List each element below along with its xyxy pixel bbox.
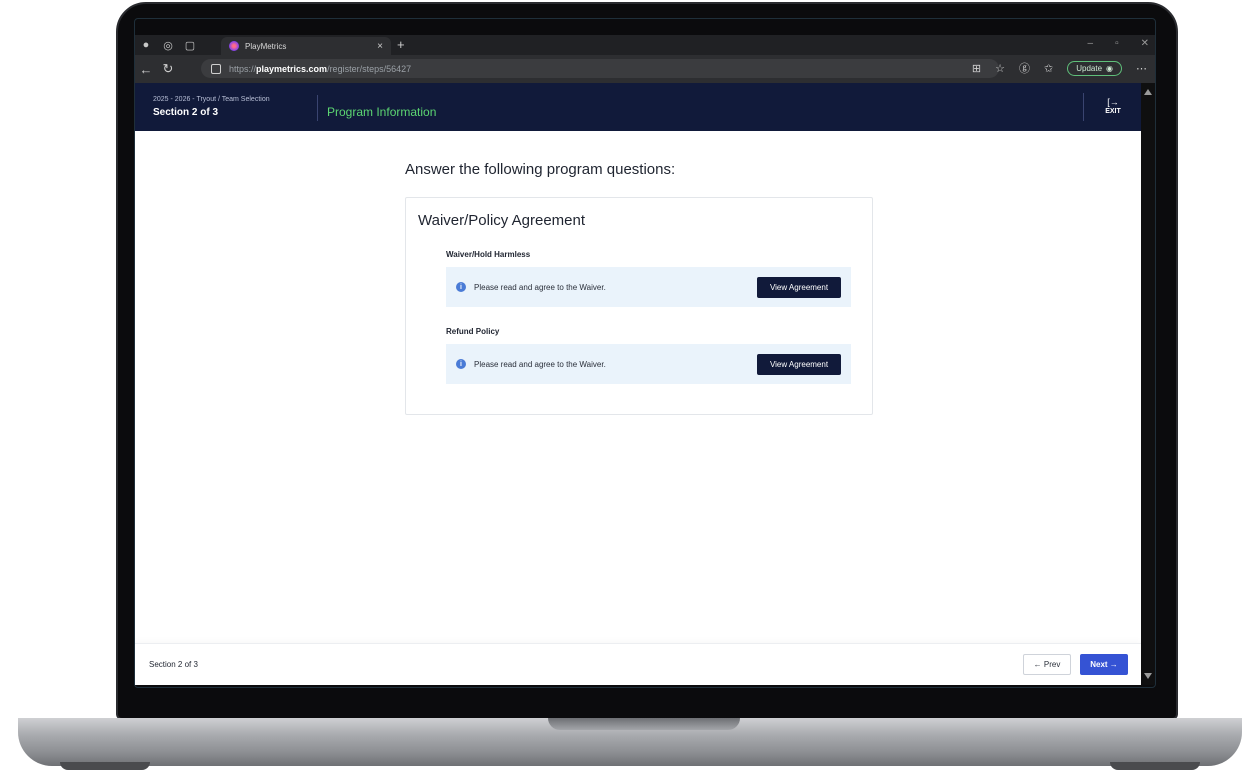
star-icon[interactable]: ☆ [995, 62, 1005, 75]
breadcrumb: 2025 - 2026 - Tryout / Team Selection [153, 96, 270, 103]
page-title: Program Information [327, 105, 437, 119]
laptop-foot-left [60, 762, 150, 770]
info-icon: i [456, 282, 466, 292]
new-tab-button[interactable]: + [397, 37, 405, 52]
playmetrics-favicon-icon [229, 41, 239, 51]
footer-section-indicator: Section 2 of 3 [149, 660, 198, 669]
laptop-notch [548, 718, 740, 730]
update-button[interactable]: Update ◉ [1067, 60, 1122, 76]
scroll-up-icon[interactable] [1144, 89, 1152, 95]
exit-icon: [→ [1107, 97, 1119, 107]
refund-policy-alert: i Please read and agree to the Waiver. V… [446, 344, 851, 384]
browser-address-bar: ← ↻ https:// playmetrics.com /register/s… [135, 55, 1155, 83]
apps-icon[interactable]: ⊞ [972, 62, 981, 75]
waiver-message: Please read and agree to the Waiver. [474, 282, 606, 292]
window-controls: – ▫ ✕ [1088, 38, 1150, 49]
card-title: Waiver/Policy Agreement [418, 212, 586, 229]
update-avatar-icon: ◉ [1106, 63, 1113, 73]
profile-icon[interactable]: ● [135, 35, 157, 55]
header-divider-right [1083, 93, 1084, 121]
next-button[interactable]: Next → [1080, 654, 1128, 675]
exit-label: EXIT [1105, 108, 1121, 115]
question-heading: Answer the following program questions: [405, 161, 676, 178]
browser-tab[interactable]: PlayMetrics × [221, 37, 391, 55]
screen: ● ◎ ▢ PlayMetrics × + – ▫ ✕ ← ↻ https://… [135, 35, 1155, 685]
view-waiver-agreement-button[interactable]: View Agreement [757, 276, 841, 298]
main-content: Answer the following program questions: … [135, 131, 1141, 643]
url-field[interactable]: https:// playmetrics.com /register/steps… [201, 59, 999, 78]
browser-toolbar-right: ⊞ ☆ ⓖ ✩ Update ◉ ⋯ [972, 60, 1147, 76]
minimize-icon[interactable]: – [1088, 38, 1094, 49]
lock-icon [211, 63, 221, 74]
waiver-alert: i Please read and agree to the Waiver. V… [446, 267, 851, 307]
more-icon[interactable]: ⋯ [1136, 62, 1147, 75]
footer-nav: Section 2 of 3 ← Prev Next → [135, 643, 1141, 685]
favorites-icon[interactable]: ✩ [1044, 62, 1053, 75]
url-path: /register/steps/56427 [327, 63, 412, 74]
info-icon: i [456, 359, 466, 369]
view-refund-agreement-button[interactable]: View Agreement [757, 353, 841, 375]
prev-button[interactable]: ← Prev [1023, 654, 1071, 675]
workspaces-icon[interactable]: ◎ [157, 35, 179, 55]
extensions-icon[interactable]: ⓖ [1019, 60, 1030, 76]
header-divider [317, 95, 318, 121]
url-prefix: https:// [229, 63, 257, 74]
update-label: Update [1076, 63, 1103, 73]
close-icon[interactable]: ✕ [1141, 38, 1149, 49]
scroll-down-icon[interactable] [1144, 673, 1152, 679]
section-indicator: Section 2 of 3 [153, 107, 219, 118]
refresh-icon[interactable]: ↻ [157, 61, 179, 77]
tab-close-icon[interactable]: × [377, 41, 383, 52]
tab-title: PlayMetrics [245, 41, 287, 51]
url-host: playmetrics.com [256, 63, 328, 74]
page-scrollbar[interactable] [1141, 83, 1155, 685]
exit-button[interactable]: [→ EXIT [1095, 97, 1131, 115]
waiver-label: Waiver/Hold Harmless [446, 250, 531, 259]
refund-policy-label: Refund Policy [446, 327, 500, 336]
restore-icon[interactable]: ▫ [1115, 38, 1119, 49]
back-icon[interactable]: ← [135, 62, 157, 77]
app-header: 2025 - 2026 - Tryout / Team Selection Se… [135, 83, 1141, 131]
refund-policy-message: Please read and agree to the Waiver. [474, 359, 606, 369]
agreement-card: Waiver/Policy Agreement Waiver/Hold Harm… [405, 197, 873, 415]
laptop-foot-right [1110, 762, 1200, 770]
tab-actions-icon[interactable]: ▢ [179, 35, 201, 55]
